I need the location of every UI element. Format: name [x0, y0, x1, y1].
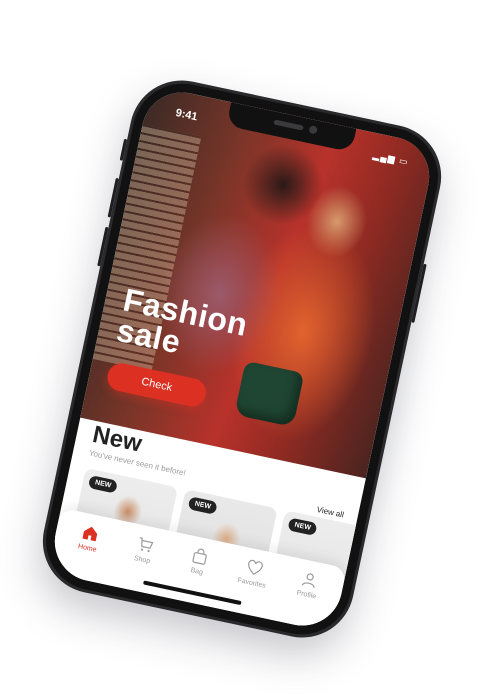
- cart-icon: [139, 537, 154, 553]
- tab-home[interactable]: Home: [56, 519, 117, 584]
- bag-icon: [192, 548, 207, 565]
- speaker-grille: [273, 119, 304, 131]
- tab-profile[interactable]: Profile: [275, 566, 336, 631]
- tab-label-favorites: Favorites: [236, 576, 267, 590]
- home-icon: [82, 526, 98, 542]
- battery-icon: ▭: [398, 155, 410, 168]
- tab-label-home: Home: [77, 543, 98, 554]
- heart-icon: [248, 559, 263, 575]
- tab-label-bag: Bag: [189, 567, 204, 577]
- tab-label-profile: Profile: [295, 589, 317, 601]
- front-camera: [308, 125, 318, 135]
- tab-label-shop: Shop: [133, 554, 151, 566]
- volume-down-button: [97, 226, 109, 267]
- green-handbag-decoration: [234, 360, 305, 428]
- hero-banner-image: [80, 85, 437, 479]
- profile-icon: [301, 573, 315, 588]
- volume-up-button: [107, 177, 119, 218]
- mute-switch: [119, 138, 128, 161]
- tab-favorites[interactable]: Favorites: [221, 554, 282, 619]
